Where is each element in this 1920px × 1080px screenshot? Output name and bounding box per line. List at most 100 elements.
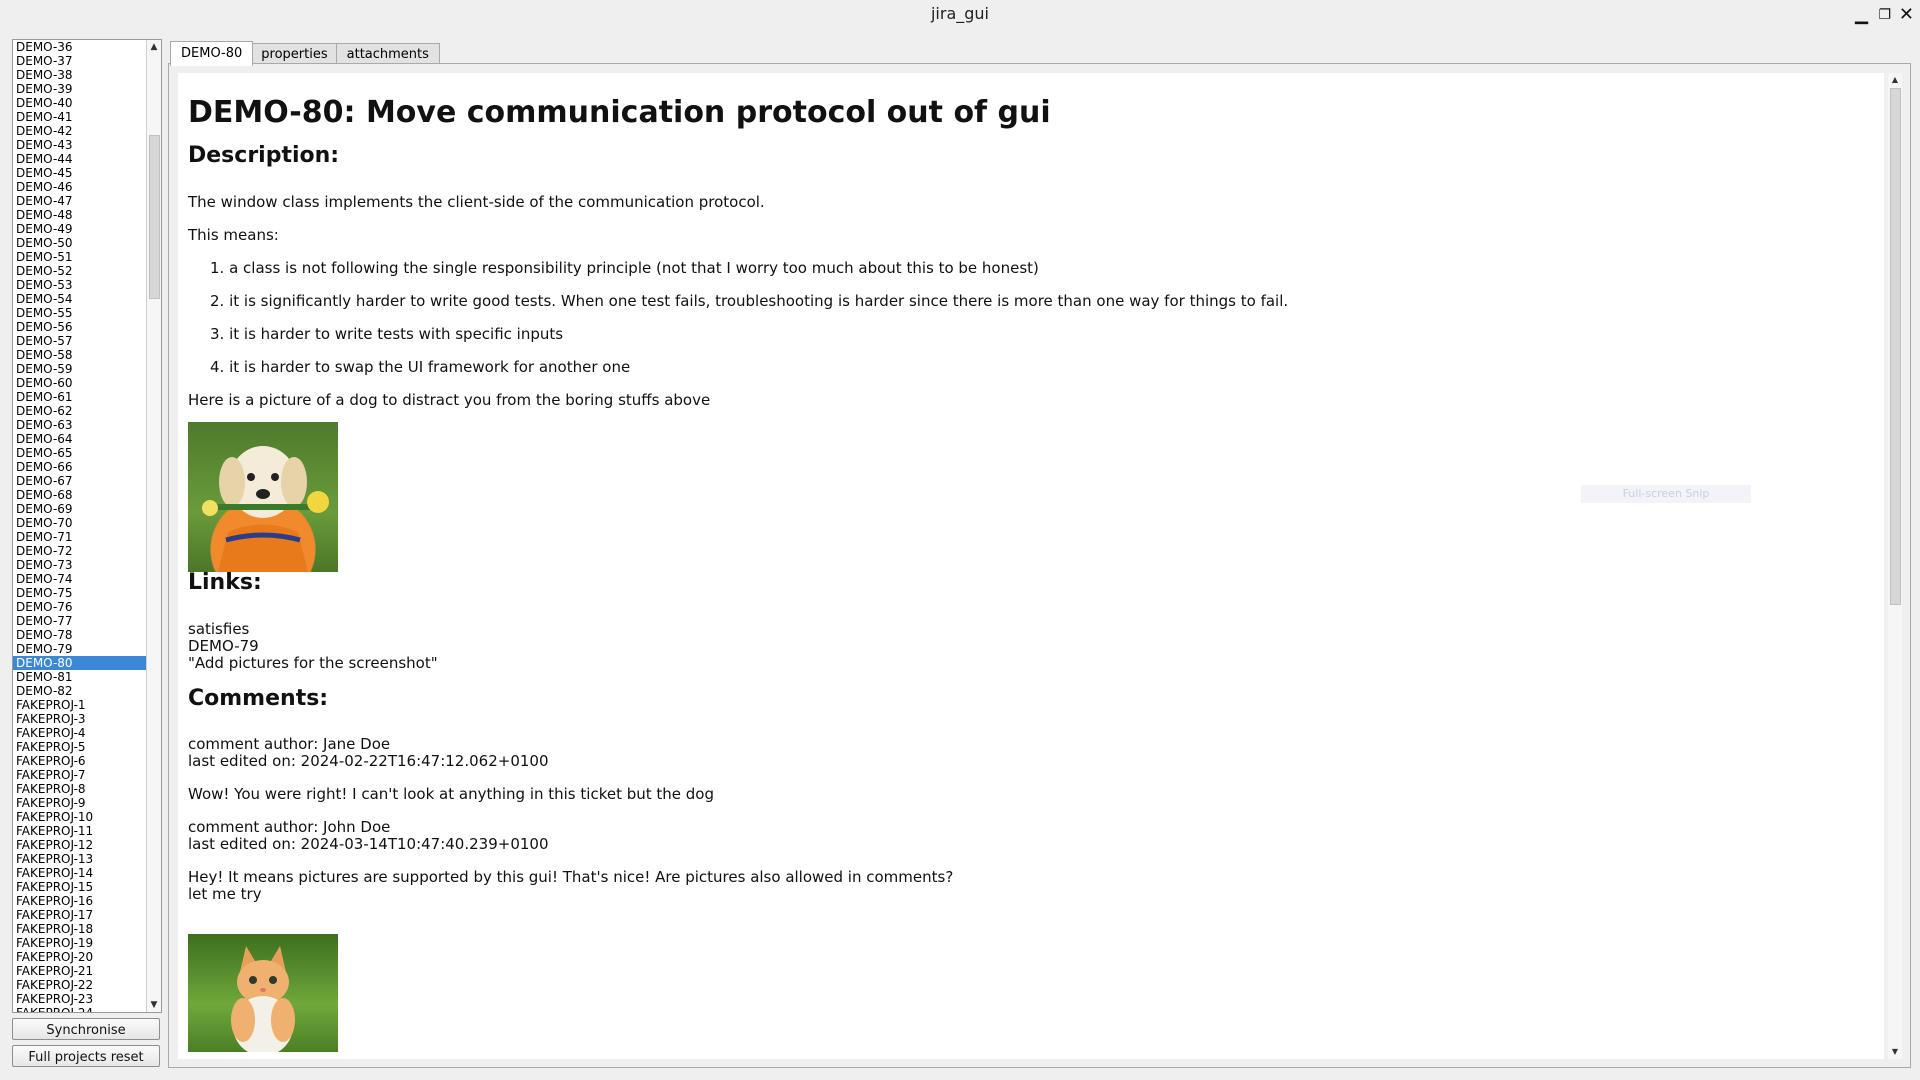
sidebar-item[interactable]: FAKEPROJ-6	[13, 754, 147, 768]
sidebar-item[interactable]: DEMO-54	[13, 292, 147, 306]
content-scroll-thumb[interactable]	[1890, 88, 1901, 605]
scroll-down-icon[interactable]: ▼	[1888, 1045, 1902, 1059]
sidebar-item[interactable]: DEMO-43	[13, 138, 147, 152]
sidebar-item[interactable]: DEMO-69	[13, 502, 147, 516]
sidebar-item[interactable]: DEMO-42	[13, 124, 147, 138]
sidebar-item[interactable]: DEMO-38	[13, 68, 147, 82]
close-icon[interactable]: ✕	[1899, 2, 1914, 28]
sidebar-item[interactable]: FAKEPROJ-16	[13, 894, 147, 908]
sidebar-item[interactable]: FAKEPROJ-12	[13, 838, 147, 852]
sidebar-item[interactable]: FAKEPROJ-9	[13, 796, 147, 810]
sidebar-item[interactable]: DEMO-72	[13, 544, 147, 558]
tab-issue[interactable]: DEMO-80	[170, 41, 254, 66]
scroll-up-icon[interactable]: ▲	[1888, 73, 1902, 87]
sidebar-item[interactable]: DEMO-67	[13, 474, 147, 488]
sidebar-item[interactable]: DEMO-37	[13, 54, 147, 68]
scroll-thumb[interactable]	[149, 135, 160, 299]
scroll-down-icon[interactable]: ▼	[147, 998, 161, 1012]
sidebar-item[interactable]: DEMO-82	[13, 684, 147, 698]
sidebar-item[interactable]: DEMO-52	[13, 264, 147, 278]
sidebar-item[interactable]: DEMO-36	[13, 40, 147, 54]
sidebar-item[interactable]: FAKEPROJ-23	[13, 992, 147, 1006]
sidebar-item[interactable]: DEMO-73	[13, 558, 147, 572]
issue-panel: DEMO-80: Move communication protocol out…	[168, 63, 1911, 1068]
sidebar-item[interactable]: DEMO-80	[13, 656, 147, 670]
sidebar-item[interactable]: FAKEPROJ-18	[13, 922, 147, 936]
sidebar-item[interactable]: DEMO-61	[13, 390, 147, 404]
sidebar-item[interactable]: FAKEPROJ-11	[13, 824, 147, 838]
sidebar-item[interactable]: DEMO-65	[13, 446, 147, 460]
sidebar-item[interactable]: FAKEPROJ-20	[13, 950, 147, 964]
sidebar-item[interactable]: FAKEPROJ-24	[13, 1006, 147, 1012]
link-summary: "Add pictures for the screenshot"	[188, 654, 438, 672]
sidebar-item[interactable]: DEMO-70	[13, 516, 147, 530]
sidebar-item[interactable]: DEMO-78	[13, 628, 147, 642]
comment-body: Hey! It means pictures are supported by …	[188, 868, 954, 886]
sidebar-item[interactable]: DEMO-40	[13, 96, 147, 110]
sidebar-item[interactable]: DEMO-53	[13, 278, 147, 292]
issue-title: DEMO-80: Move communication protocol out…	[188, 95, 1051, 130]
ghost-tooltip: Full-screen Snip	[1581, 485, 1751, 503]
issue-list-scrollbar[interactable]: ▲ ▼	[146, 40, 161, 1012]
links-heading: Links:	[188, 570, 262, 595]
list-item: 4. it is harder to swap the UI framework…	[210, 358, 631, 376]
sidebar-item[interactable]: DEMO-49	[13, 222, 147, 236]
sidebar-item[interactable]: DEMO-39	[13, 82, 147, 96]
synchronise-projects-button[interactable]: Synchronise projects	[12, 1018, 160, 1059]
minimize-icon[interactable]: ▁	[1855, 2, 1868, 28]
sidebar-item[interactable]: DEMO-64	[13, 432, 147, 446]
sidebar-item[interactable]: DEMO-50	[13, 236, 147, 250]
sidebar-item[interactable]: FAKEPROJ-10	[13, 810, 147, 824]
maximize-icon[interactable]: ❐	[1878, 2, 1891, 28]
link-key[interactable]: DEMO-79	[188, 638, 259, 655]
description-heading: Description:	[188, 143, 340, 168]
sidebar-item[interactable]: DEMO-56	[13, 320, 147, 334]
sidebar-item[interactable]: DEMO-57	[13, 334, 147, 348]
content-scrollbar[interactable]: ▲ ▼	[1888, 73, 1902, 1059]
description-paragraph-2: This means:	[188, 226, 279, 244]
sidebar-item[interactable]: DEMO-55	[13, 306, 147, 320]
sidebar-item[interactable]: DEMO-68	[13, 488, 147, 502]
sidebar-item[interactable]: DEMO-47	[13, 194, 147, 208]
sidebar-item[interactable]: DEMO-44	[13, 152, 147, 166]
sidebar-item[interactable]: DEMO-58	[13, 348, 147, 362]
sidebar-item[interactable]: DEMO-59	[13, 362, 147, 376]
sidebar-item[interactable]: FAKEPROJ-14	[13, 866, 147, 880]
sidebar-item[interactable]: DEMO-77	[13, 614, 147, 628]
description-paragraph-3: Here is a picture of a dog to distract y…	[188, 391, 711, 409]
sidebar-item[interactable]: DEMO-51	[13, 250, 147, 264]
sidebar-item[interactable]: DEMO-62	[13, 404, 147, 418]
sidebar-item[interactable]: FAKEPROJ-22	[13, 978, 147, 992]
comment-body-line-2: let me try	[188, 885, 262, 903]
sidebar-item[interactable]: FAKEPROJ-19	[13, 936, 147, 950]
issue-list[interactable]: DEMO-36 DEMO-37 DEMO-38 DEMO-39 DEMO-40 DEMO-…	[12, 39, 162, 1013]
link-type: satisfies	[188, 620, 250, 638]
sidebar-item[interactable]: FAKEPROJ-13	[13, 852, 147, 866]
sidebar-item[interactable]: DEMO-46	[13, 180, 147, 194]
sidebar-item[interactable]: DEMO-75	[13, 586, 147, 600]
sidebar-item[interactable]: FAKEPROJ-5	[13, 740, 147, 754]
sidebar-item[interactable]: DEMO-41	[13, 110, 147, 124]
sidebar-item[interactable]: DEMO-79	[13, 642, 147, 656]
sidebar-item[interactable]: DEMO-71	[13, 530, 147, 544]
sidebar-item[interactable]: FAKEPROJ-7	[13, 768, 147, 782]
sidebar-item[interactable]: DEMO-45	[13, 166, 147, 180]
sidebar-item[interactable]: FAKEPROJ-17	[13, 908, 147, 922]
sidebar-item[interactable]: DEMO-81	[13, 670, 147, 684]
scroll-up-icon[interactable]: ▲	[147, 40, 161, 54]
sidebar-item[interactable]: FAKEPROJ-21	[13, 964, 147, 978]
sidebar-item[interactable]: DEMO-63	[13, 418, 147, 432]
sidebar-item[interactable]: DEMO-60	[13, 376, 147, 390]
dog-image	[188, 422, 338, 572]
sidebar-item[interactable]: DEMO-76	[13, 600, 147, 614]
sidebar-item[interactable]: DEMO-66	[13, 460, 147, 474]
sidebar-item[interactable]: DEMO-74	[13, 572, 147, 586]
sidebar-item[interactable]: FAKEPROJ-1	[13, 698, 147, 712]
sidebar-item[interactable]: FAKEPROJ-4	[13, 726, 147, 740]
list-item: 1. a class is not following the single r…	[210, 259, 1039, 277]
sidebar-item[interactable]: FAKEPROJ-3	[13, 712, 147, 726]
sidebar-item[interactable]: FAKEPROJ-8	[13, 782, 147, 796]
sidebar-item[interactable]: FAKEPROJ-15	[13, 880, 147, 894]
sidebar-item[interactable]: DEMO-48	[13, 208, 147, 222]
full-projects-reset-button[interactable]: Full projects reset	[12, 1045, 160, 1067]
